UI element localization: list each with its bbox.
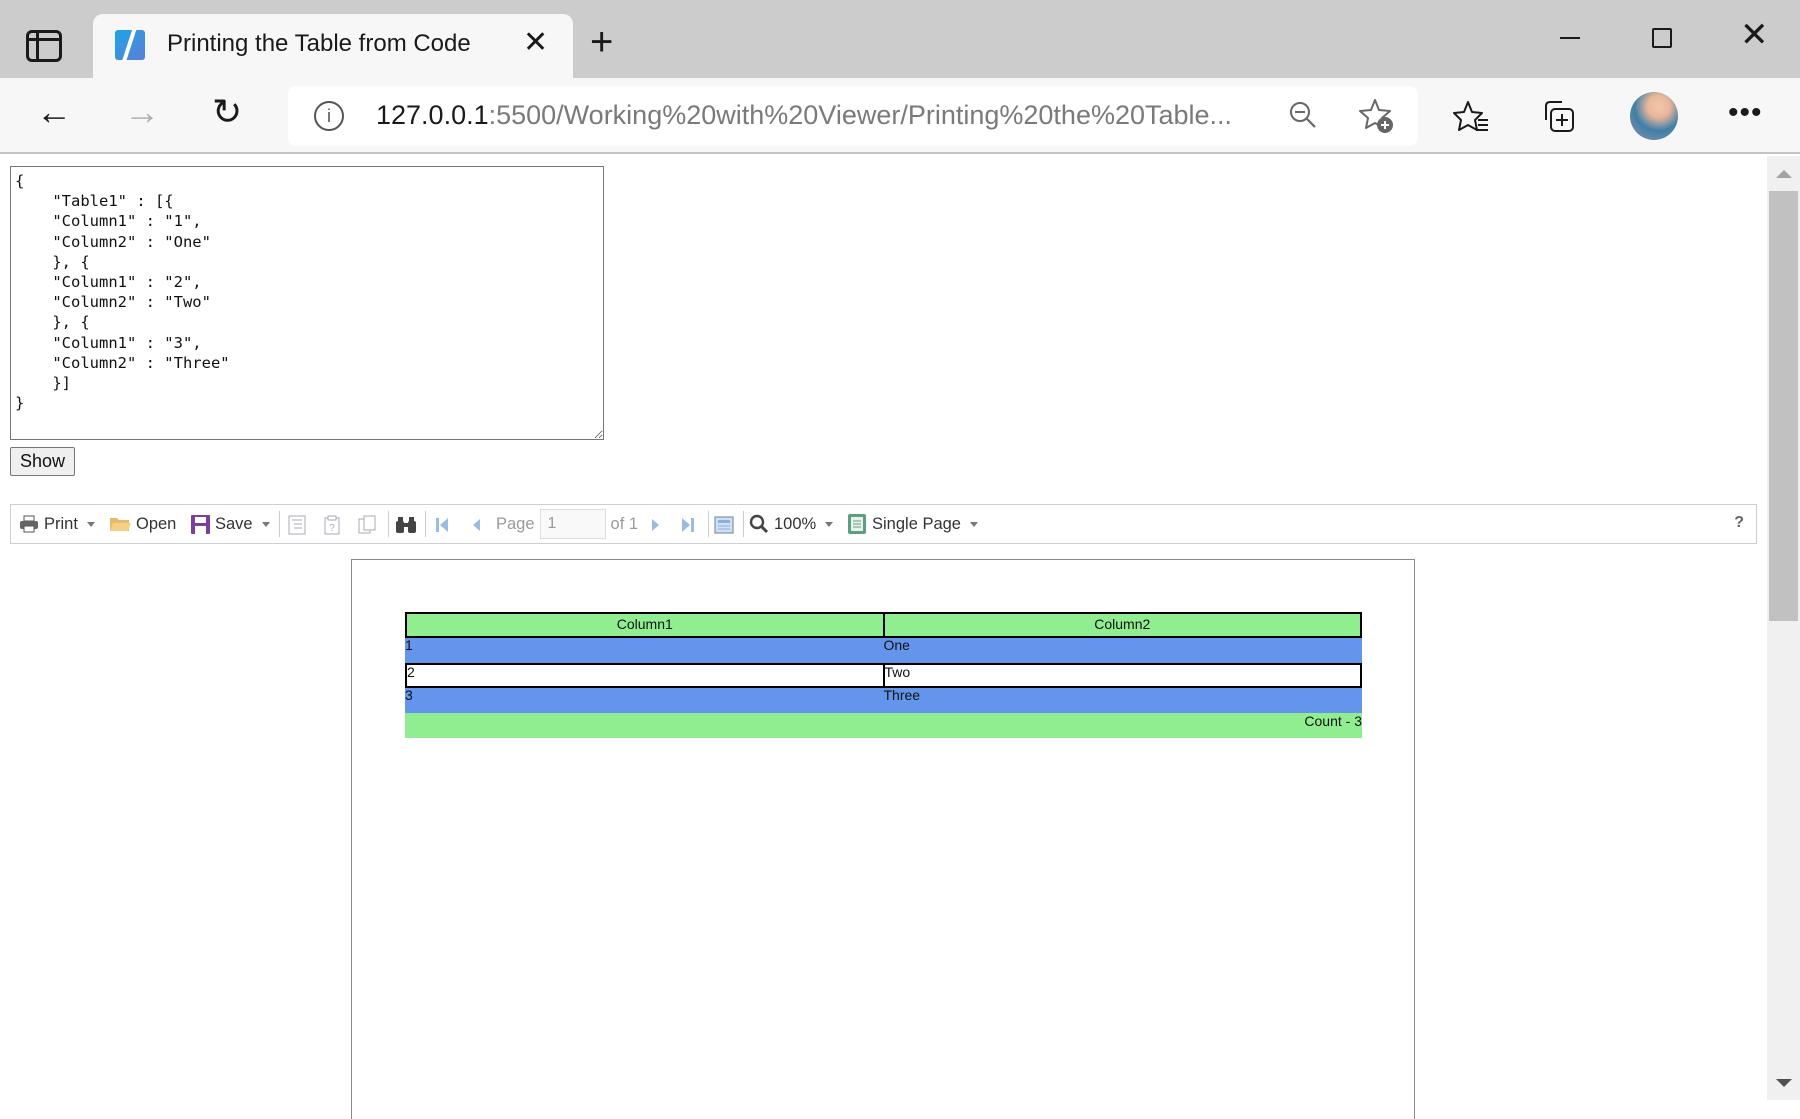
table-cell: 2 <box>407 665 885 686</box>
table-header-row: Column1 Column2 <box>405 612 1362 638</box>
tab-title: Printing the Table from Code <box>167 30 471 57</box>
single-page-icon <box>848 514 866 534</box>
column-header: Column2 <box>1094 616 1151 632</box>
scroll-up-icon[interactable] <box>1776 170 1792 178</box>
previous-page-icon[interactable] <box>471 516 481 534</box>
zoom-dropdown[interactable]: 100% <box>749 505 834 543</box>
chevron-down-icon <box>970 521 978 527</box>
json-data-textarea[interactable]: { "Table1" : [{ "Column1" : "1", "Column… <box>10 166 604 440</box>
save-icon <box>191 514 210 534</box>
collections-icon[interactable] <box>1540 98 1580 138</box>
print-button[interactable]: Print <box>19 505 95 543</box>
document-map-icon[interactable] <box>287 515 307 535</box>
viewer-toolbar: Print Open Save ? Page of 1 100% <box>10 504 1757 544</box>
address-bar[interactable]: i 127.0.0.1:5500/Working%20with%20Viewer… <box>288 86 1418 146</box>
toolbar-divider <box>279 511 280 537</box>
url-host: 127.0.0.1 <box>376 100 489 130</box>
browser-title-bar: Printing the Table from Code ✕ + ✕ <box>0 0 1800 78</box>
table-cell: Two <box>884 664 911 680</box>
parameters-icon[interactable]: ? <box>323 515 341 535</box>
minimize-button[interactable] <box>1560 37 1580 39</box>
view-mode-dropdown[interactable]: Single Page <box>847 505 978 543</box>
column-header: Column1 <box>407 614 885 636</box>
help-button[interactable]: ? <box>1734 514 1744 532</box>
view-mode-label: Single Page <box>872 514 961 533</box>
browser-nav-bar: ← → ↻ i 127.0.0.1:5500/Working%20with%20… <box>0 78 1800 154</box>
toolbar-divider <box>708 511 709 537</box>
find-binoculars-icon[interactable] <box>395 515 417 535</box>
show-button[interactable]: Show <box>10 447 75 476</box>
magnifier-icon <box>749 514 769 534</box>
table-cell: One <box>883 637 910 653</box>
open-label: Open <box>136 514 177 533</box>
toolbar-divider <box>743 511 744 537</box>
browser-tab[interactable]: Printing the Table from Code ✕ <box>93 14 573 78</box>
full-screen-icon[interactable] <box>714 515 734 535</box>
table-row: 1 One <box>405 638 1362 663</box>
tab-close-icon[interactable]: ✕ <box>523 28 548 58</box>
toolbar-divider <box>425 511 426 537</box>
save-label: Save <box>215 514 253 533</box>
next-page-icon[interactable] <box>651 516 661 534</box>
table-cell: 1 <box>405 637 413 653</box>
page-navigator: Page of 1 <box>496 505 638 543</box>
page-number-input[interactable] <box>539 509 606 539</box>
site-info-icon[interactable]: i <box>314 101 344 131</box>
scroll-down-icon[interactable] <box>1776 1079 1792 1087</box>
last-page-icon[interactable] <box>681 516 695 534</box>
toolbar-divider <box>388 511 389 537</box>
report-page: Column1 Column2 1 One 2 Two 3 Three Coun… <box>351 559 1415 1119</box>
first-page-icon[interactable] <box>435 516 449 534</box>
chevron-down-icon <box>86 521 95 527</box>
page-scrollbar[interactable] <box>1767 156 1800 1100</box>
favorites-icon[interactable] <box>1452 98 1492 138</box>
back-button[interactable]: ← <box>36 94 72 130</box>
print-label: Print <box>44 514 78 533</box>
zoom-out-icon[interactable] <box>1288 100 1318 130</box>
folder-icon <box>110 518 131 531</box>
save-button[interactable]: Save <box>191 505 270 543</box>
add-favorite-icon[interactable] <box>1358 96 1398 136</box>
svg-text:?: ? <box>329 523 335 534</box>
open-button[interactable]: Open <box>109 505 176 543</box>
copy-icon[interactable] <box>357 515 377 535</box>
table-cell: 3 <box>405 687 413 703</box>
page-label: Page <box>496 514 535 533</box>
scrollbar-thumb[interactable] <box>1769 191 1798 621</box>
window-close-button[interactable]: ✕ <box>1740 18 1769 52</box>
url-text[interactable]: 127.0.0.1:5500/Working%20with%20Viewer/P… <box>376 100 1232 131</box>
chevron-down-icon <box>825 521 834 527</box>
reload-button[interactable]: ↻ <box>212 94 242 130</box>
url-path: :5500/Working%20with%20Viewer/Printing%2… <box>488 100 1233 130</box>
site-favicon-icon <box>115 30 145 60</box>
report-table: Column1 Column2 1 One 2 Two 3 Three Coun… <box>405 612 1362 738</box>
profile-avatar[interactable] <box>1630 92 1678 140</box>
table-row: 2 Two <box>405 663 1362 688</box>
table-row: 3 Three <box>405 688 1362 713</box>
printer-icon <box>20 515 38 533</box>
table-footer: Count - 3 <box>405 713 1362 738</box>
forward-button[interactable]: → <box>124 94 160 130</box>
page-content: { "Table1" : [{ "Column1" : "1", "Column… <box>0 156 1766 1119</box>
table-cell: Three <box>883 687 921 703</box>
page-count-label: of 1 <box>610 514 639 533</box>
chevron-down-icon <box>261 521 270 527</box>
new-tab-button[interactable]: + <box>590 22 613 62</box>
tab-actions-icon[interactable] <box>26 30 62 62</box>
settings-more-icon[interactable]: ••• <box>1728 96 1763 130</box>
maximize-button[interactable] <box>1652 28 1672 48</box>
zoom-value: 100% <box>774 514 817 533</box>
